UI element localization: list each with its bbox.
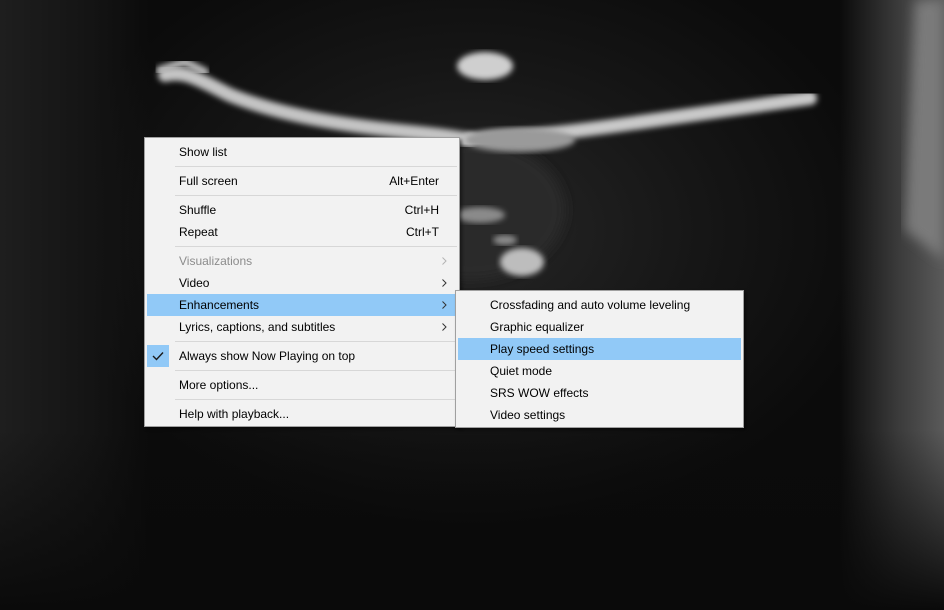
player-context-menu: Show list Full screen Alt+Enter Shuffle … <box>144 137 460 427</box>
menu-item-label: Enhancements <box>179 298 260 312</box>
video-bottom-shadow <box>0 430 944 610</box>
menu-item-label: Show list <box>179 145 228 159</box>
menu-item-label: Play speed settings <box>490 342 595 356</box>
menu-separator <box>175 195 457 196</box>
menu-item-label: SRS WOW effects <box>490 386 589 400</box>
menu-separator <box>175 341 457 342</box>
check-icon <box>147 345 169 367</box>
menu-item-label: Graphic equalizer <box>490 320 585 334</box>
chevron-right-icon <box>440 316 450 338</box>
menu-item-help-with-playback[interactable]: Help with playback... <box>147 403 457 425</box>
menu-item-more-options[interactable]: More options... <box>147 374 457 396</box>
menu-item-video[interactable]: Video <box>147 272 457 294</box>
menu-separator <box>175 399 457 400</box>
enhancements-submenu: Crossfading and auto volume leveling Gra… <box>455 290 744 428</box>
menu-item-label: More options... <box>179 378 259 392</box>
menu-item-shortcut: Ctrl+T <box>406 225 439 239</box>
menu-item-repeat[interactable]: Repeat Ctrl+T <box>147 221 457 243</box>
menu-item-label: Quiet mode <box>490 364 553 378</box>
submenu-item-quiet-mode[interactable]: Quiet mode <box>458 360 741 382</box>
menu-item-shortcut: Ctrl+H <box>404 203 439 217</box>
menu-item-enhancements[interactable]: Enhancements <box>147 294 457 316</box>
menu-separator <box>175 370 457 371</box>
submenu-item-graphic-equalizer[interactable]: Graphic equalizer <box>458 316 741 338</box>
menu-item-label: Full screen <box>179 174 238 188</box>
chevron-right-icon <box>440 250 450 272</box>
submenu-item-play-speed-settings[interactable]: Play speed settings <box>458 338 741 360</box>
submenu-item-srs-wow-effects[interactable]: SRS WOW effects <box>458 382 741 404</box>
menu-item-show-list[interactable]: Show list <box>147 141 457 163</box>
menu-item-label: Crossfading and auto volume leveling <box>490 298 691 312</box>
menu-item-label: Always show Now Playing on top <box>179 349 356 363</box>
menu-item-visualizations: Visualizations <box>147 250 457 272</box>
menu-item-always-on-top[interactable]: Always show Now Playing on top <box>147 345 457 367</box>
chevron-right-icon <box>440 272 450 294</box>
menu-item-shortcut: Alt+Enter <box>389 174 439 188</box>
menu-item-label: Video <box>179 276 210 290</box>
chevron-right-icon <box>440 294 450 316</box>
menu-item-label: Repeat <box>179 225 218 239</box>
menu-separator <box>175 246 457 247</box>
menu-item-label: Visualizations <box>179 254 253 268</box>
submenu-item-video-settings[interactable]: Video settings <box>458 404 741 426</box>
menu-item-lyrics-captions-subtitles[interactable]: Lyrics, captions, and subtitles <box>147 316 457 338</box>
menu-item-shuffle[interactable]: Shuffle Ctrl+H <box>147 199 457 221</box>
submenu-item-crossfading[interactable]: Crossfading and auto volume leveling <box>458 294 741 316</box>
menu-item-full-screen[interactable]: Full screen Alt+Enter <box>147 170 457 192</box>
now-playing-window: Show list Full screen Alt+Enter Shuffle … <box>0 0 944 610</box>
menu-item-label: Video settings <box>490 408 566 422</box>
menu-separator <box>175 166 457 167</box>
menu-item-label: Help with playback... <box>179 407 290 421</box>
menu-item-label: Lyrics, captions, and subtitles <box>179 320 336 334</box>
menu-item-label: Shuffle <box>179 203 217 217</box>
